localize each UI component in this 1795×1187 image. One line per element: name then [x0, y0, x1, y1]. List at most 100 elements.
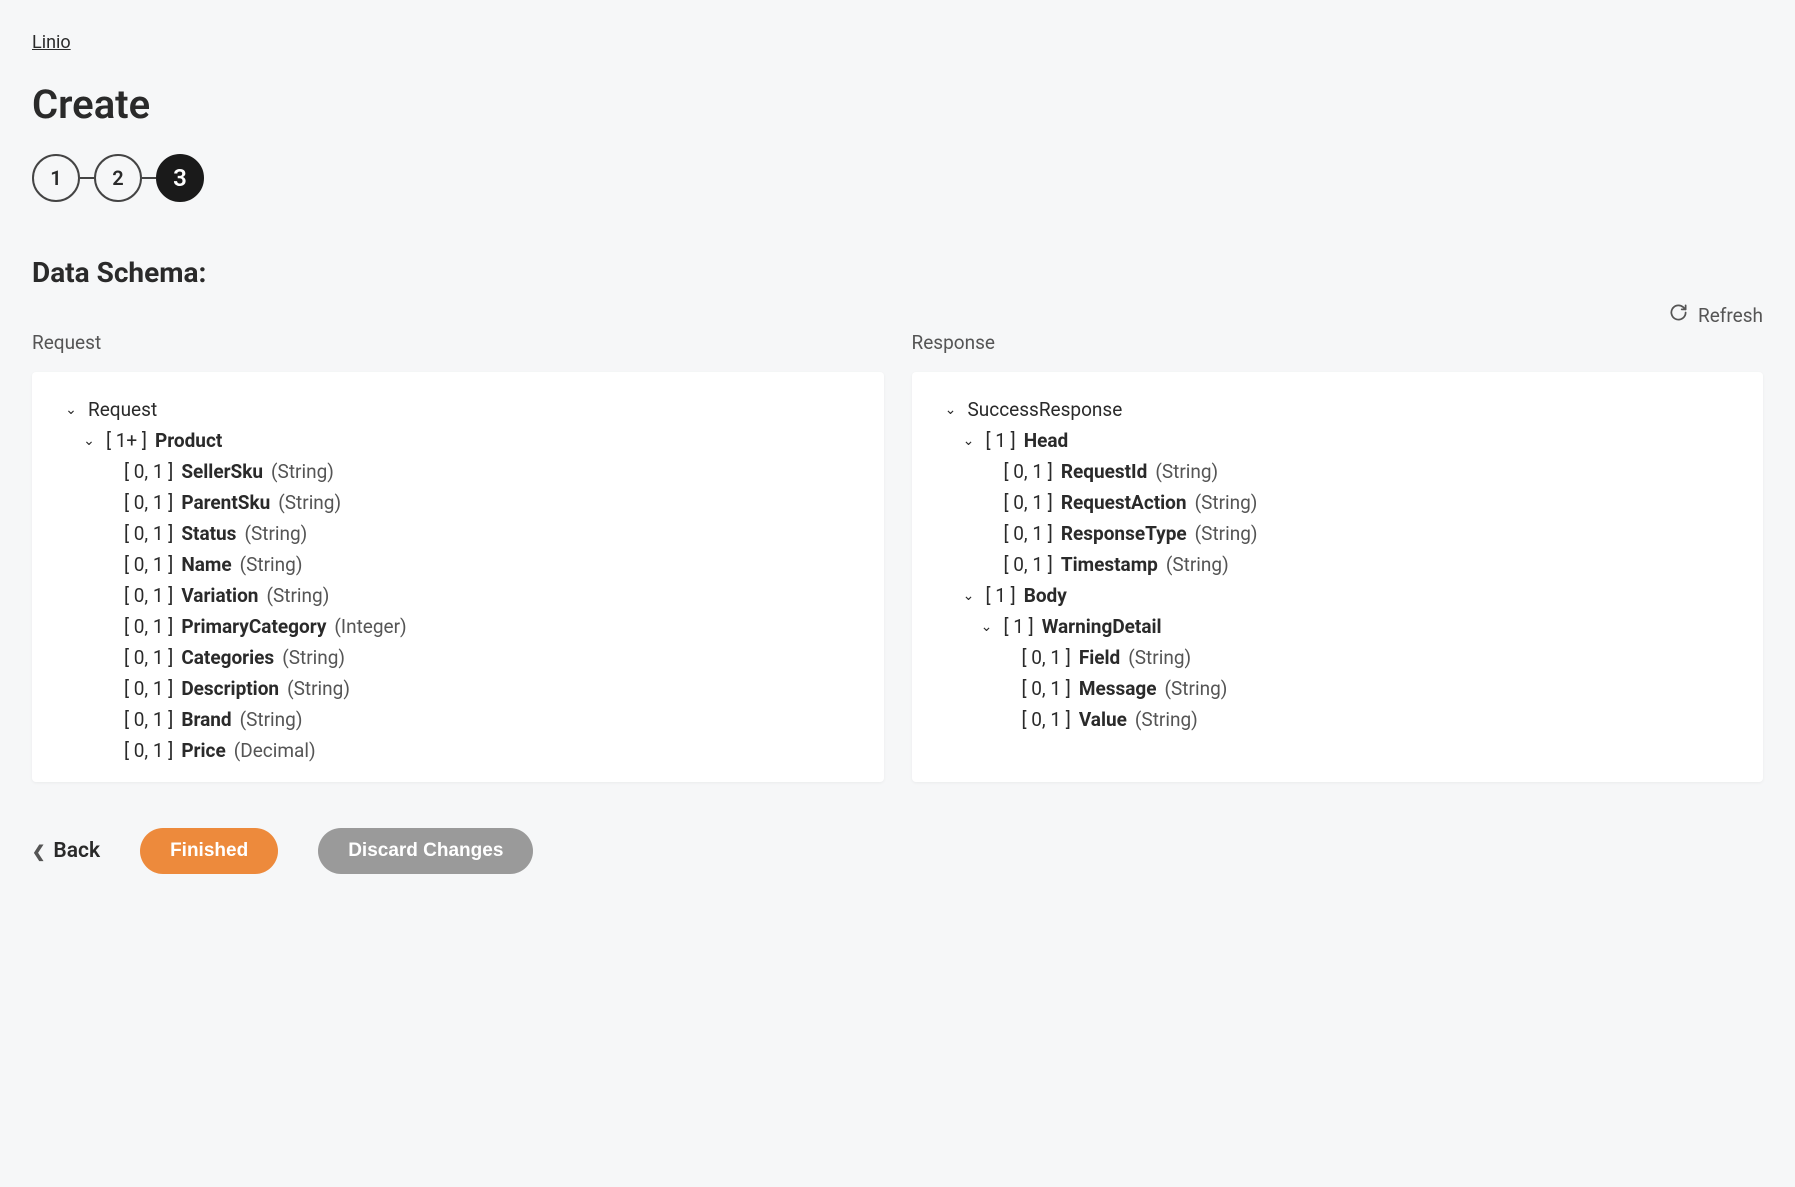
tree-node[interactable]: ⌄ [ 1+ ] Product	[62, 425, 854, 456]
tree-node[interactable]: ⌄ [ 1 ] Body	[942, 580, 1734, 611]
cardinality: [ 0, 1 ]	[124, 462, 173, 481]
node-name: Message	[1079, 679, 1157, 698]
cardinality: [ 0, 1 ]	[1004, 524, 1053, 543]
node-name: Body	[1024, 586, 1067, 605]
node-type: (String)	[1128, 648, 1191, 667]
response-label: Response	[912, 331, 1764, 354]
cardinality: [ 1 ]	[1004, 617, 1034, 636]
node-name: Head	[1024, 431, 1069, 450]
node-name: RequestAction	[1061, 493, 1187, 512]
tree-node[interactable]: [ 0, 1 ] SellerSku (String)	[62, 456, 854, 487]
cardinality: [ 1 ]	[986, 586, 1016, 605]
request-tree: ⌄ Request ⌄ [ 1+ ] Product [ 0, 1 ] SellerSk…	[62, 394, 854, 766]
request-label: Request	[32, 331, 884, 354]
cardinality: [ 0, 1 ]	[1004, 555, 1053, 574]
finished-button[interactable]: Finished	[140, 828, 278, 874]
node-type: (String)	[1195, 493, 1258, 512]
node-type: (String)	[1195, 524, 1258, 543]
tree-node[interactable]: [ 0, 1 ] Brand (String)	[62, 704, 854, 735]
chevron-down-icon[interactable]: ⌄	[978, 620, 996, 634]
cardinality: [ 0, 1 ]	[1022, 648, 1071, 667]
cardinality: [ 0, 1 ]	[1004, 493, 1053, 512]
node-name: RequestId	[1061, 462, 1148, 481]
node-name: Variation	[181, 586, 258, 605]
step-1[interactable]: 1	[32, 154, 80, 202]
back-button[interactable]: ❮ Back	[32, 839, 100, 863]
node-type: (String)	[1135, 710, 1198, 729]
node-name: Timestamp	[1061, 555, 1158, 574]
footer: ❮ Back Finished Discard Changes	[32, 828, 1763, 874]
node-name: Status	[181, 524, 236, 543]
cardinality: [ 0, 1 ]	[124, 648, 173, 667]
node-name: SuccessResponse	[968, 400, 1123, 419]
chevron-down-icon[interactable]: ⌄	[960, 434, 978, 448]
node-type: (String)	[266, 586, 329, 605]
tree-node[interactable]: [ 0, 1 ] ParentSku (String)	[62, 487, 854, 518]
cardinality: [ 0, 1 ]	[124, 555, 173, 574]
tree-node[interactable]: ⌄ Request	[62, 394, 854, 425]
response-panel: ⌄ SuccessResponse ⌄ [ 1 ] Head [ 0, 1 ] Requ…	[912, 372, 1764, 782]
cardinality: [ 0, 1 ]	[124, 710, 173, 729]
chevron-left-icon: ❮	[32, 842, 45, 861]
tree-node[interactable]: [ 0, 1 ] Message (String)	[942, 673, 1734, 704]
node-name: ResponseType	[1061, 524, 1187, 543]
tree-node[interactable]: ⌄ [ 1 ] WarningDetail	[942, 611, 1734, 642]
node-type: (String)	[1155, 462, 1218, 481]
cardinality: [ 0, 1 ]	[124, 586, 173, 605]
request-panel: ⌄ Request ⌄ [ 1+ ] Product [ 0, 1 ] SellerSk…	[32, 372, 884, 782]
step-3[interactable]: 3	[156, 154, 204, 202]
node-name: Brand	[181, 710, 231, 729]
node-name: Categories	[181, 648, 274, 667]
node-name: Product	[155, 431, 222, 450]
step-connector	[80, 177, 94, 179]
response-column: Response ⌄ SuccessResponse ⌄ [ 1 ] Head [ 0,…	[912, 331, 1764, 782]
node-name: Price	[181, 741, 225, 760]
step-2[interactable]: 2	[94, 154, 142, 202]
cardinality: [ 1+ ]	[106, 431, 147, 450]
tree-node[interactable]: [ 0, 1 ] Value (String)	[942, 704, 1734, 735]
tree-node[interactable]: [ 0, 1 ] RequestId (String)	[942, 456, 1734, 487]
node-type: (String)	[244, 524, 307, 543]
breadcrumb-link[interactable]: Linio	[32, 32, 71, 53]
cardinality: [ 0, 1 ]	[124, 679, 173, 698]
discard-button[interactable]: Discard Changes	[318, 828, 533, 874]
tree-node[interactable]: [ 0, 1 ] Description (String)	[62, 673, 854, 704]
node-type: (String)	[287, 679, 350, 698]
node-name: WarningDetail	[1042, 617, 1162, 636]
node-type: (String)	[240, 555, 303, 574]
cardinality: [ 0, 1 ]	[124, 524, 173, 543]
back-label: Back	[53, 839, 100, 863]
cardinality: [ 0, 1 ]	[1022, 679, 1071, 698]
node-type: (Integer)	[334, 617, 406, 636]
tree-node[interactable]: [ 0, 1 ] Field (String)	[942, 642, 1734, 673]
tree-node[interactable]: [ 0, 1 ] Status (String)	[62, 518, 854, 549]
response-tree: ⌄ SuccessResponse ⌄ [ 1 ] Head [ 0, 1 ] Requ…	[942, 394, 1734, 735]
node-name: Request	[88, 400, 157, 419]
tree-node[interactable]: [ 0, 1 ] PrimaryCategory (Integer)	[62, 611, 854, 642]
tree-node[interactable]: [ 0, 1 ] Categories (String)	[62, 642, 854, 673]
node-name: PrimaryCategory	[181, 617, 326, 636]
tree-node[interactable]: [ 0, 1 ] Variation (String)	[62, 580, 854, 611]
cardinality: [ 1 ]	[986, 431, 1016, 450]
node-type: (String)	[240, 710, 303, 729]
tree-node[interactable]: ⌄ SuccessResponse	[942, 394, 1734, 425]
tree-node[interactable]: [ 0, 1 ] Price (Decimal)	[62, 735, 854, 766]
tree-node[interactable]: [ 0, 1 ] ResponseType (String)	[942, 518, 1734, 549]
refresh-button[interactable]: Refresh	[1669, 303, 1763, 327]
node-name: SellerSku	[181, 462, 263, 481]
tree-node[interactable]: [ 0, 1 ] Timestamp (String)	[942, 549, 1734, 580]
node-name: Value	[1079, 710, 1127, 729]
chevron-down-icon[interactable]: ⌄	[80, 434, 98, 448]
chevron-down-icon[interactable]: ⌄	[960, 589, 978, 603]
cardinality: [ 0, 1 ]	[1004, 462, 1053, 481]
step-connector	[142, 177, 156, 179]
node-type: (Decimal)	[234, 741, 316, 760]
node-name: Description	[181, 679, 279, 698]
tree-node[interactable]: [ 0, 1 ] RequestAction (String)	[942, 487, 1734, 518]
chevron-down-icon[interactable]: ⌄	[62, 403, 80, 417]
tree-node[interactable]: ⌄ [ 1 ] Head	[942, 425, 1734, 456]
cardinality: [ 0, 1 ]	[1022, 710, 1071, 729]
tree-node[interactable]: [ 0, 1 ] Name (String)	[62, 549, 854, 580]
node-type: (String)	[278, 493, 341, 512]
chevron-down-icon[interactable]: ⌄	[942, 403, 960, 417]
